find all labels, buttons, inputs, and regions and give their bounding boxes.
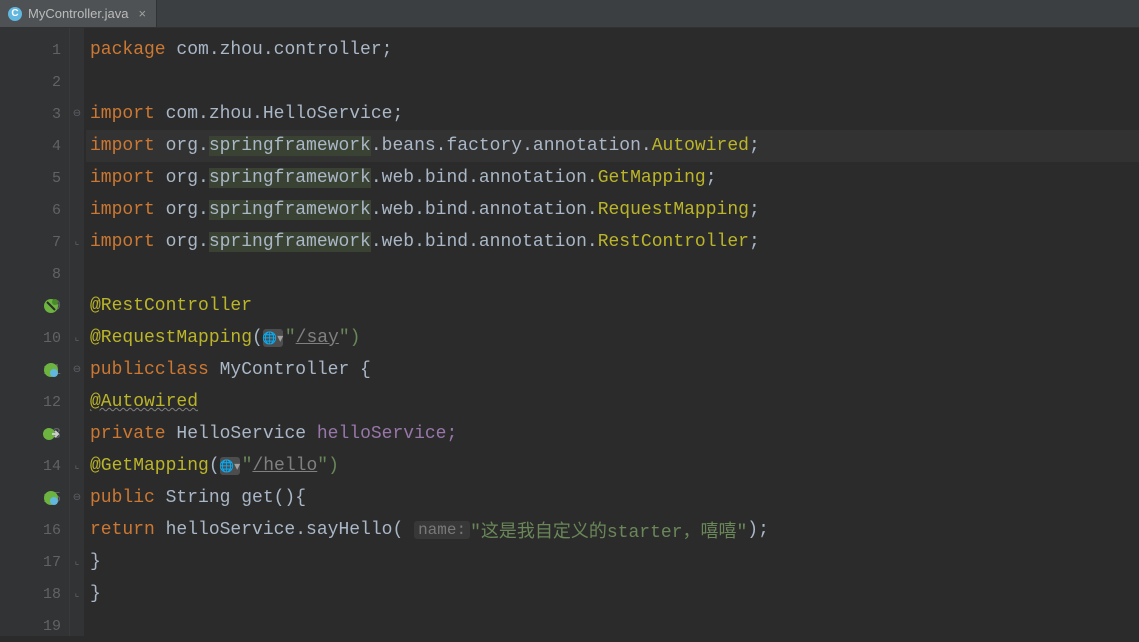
- code-line[interactable]: @RequestMapping(🌐▾"/say"): [86, 322, 1139, 354]
- editor: 1 2 3 4 5 6 7 8 9 10 11 12 13 14 15 16 1…: [0, 28, 1139, 636]
- code-line[interactable]: public String get(){: [86, 482, 1139, 514]
- line-number-gutter: 1 2 3 4 5 6 7 8 9 10 11 12 13 14 15 16 1…: [0, 28, 70, 636]
- code-line-current[interactable]: import org.springframework.beans.factory…: [86, 130, 1139, 162]
- fold-end-icon: ⌞: [70, 450, 84, 482]
- class-icon: C: [8, 7, 22, 21]
- line-number: 18: [0, 578, 69, 610]
- line-number: 16: [0, 514, 69, 546]
- tab-bar: C MyController.java ×: [0, 0, 1139, 28]
- line-number: 3: [0, 98, 69, 130]
- line-number: 1: [0, 34, 69, 66]
- line-number: 10: [0, 322, 69, 354]
- code-line[interactable]: public class MyController {: [86, 354, 1139, 386]
- fold-toggle-icon[interactable]: ⊖: [70, 482, 84, 514]
- line-number: 4: [0, 130, 69, 162]
- fold-end-icon: ⌞: [70, 322, 84, 354]
- code-line[interactable]: import org.springframework.web.bind.anno…: [86, 194, 1139, 226]
- code-line[interactable]: import org.springframework.web.bind.anno…: [86, 162, 1139, 194]
- fold-end-icon: ⌞: [70, 578, 84, 610]
- line-number: 19: [0, 610, 69, 642]
- fold-toggle-icon[interactable]: ⊖: [70, 354, 84, 386]
- code-line[interactable]: @RestController: [86, 290, 1139, 322]
- line-number: 15: [0, 482, 69, 514]
- fold-end-icon: ⌞: [70, 546, 84, 578]
- globe-icon[interactable]: 🌐▾: [263, 329, 283, 347]
- code-line[interactable]: private HelloService helloService;: [86, 418, 1139, 450]
- fold-end-icon: ⌞: [70, 226, 84, 258]
- spring-bean-icon: [42, 361, 60, 379]
- code-line[interactable]: import org.springframework.web.bind.anno…: [86, 226, 1139, 258]
- line-number: 12: [0, 386, 69, 418]
- code-line[interactable]: @Autowired: [86, 386, 1139, 418]
- tab-filename: MyController.java: [28, 6, 128, 21]
- code-area[interactable]: package com.zhou.controller; import com.…: [84, 28, 1139, 636]
- line-number: 11: [0, 354, 69, 386]
- line-number: 2: [0, 66, 69, 98]
- line-number: 9: [0, 290, 69, 322]
- code-line[interactable]: }: [86, 578, 1139, 610]
- code-line[interactable]: import com.zhou.HelloService;: [86, 98, 1139, 130]
- code-line[interactable]: @GetMapping(🌐▾"/hello"): [86, 450, 1139, 482]
- line-number: 17: [0, 546, 69, 578]
- line-number: 8: [0, 258, 69, 290]
- globe-icon[interactable]: 🌐▾: [220, 457, 240, 475]
- line-number: 7: [0, 226, 69, 258]
- code-line[interactable]: [86, 258, 1139, 290]
- code-line[interactable]: }: [86, 546, 1139, 578]
- parameter-hint: name:: [414, 521, 470, 539]
- code-line[interactable]: [86, 66, 1139, 98]
- line-number: 14: [0, 450, 69, 482]
- fold-gutter: ⊖ ⌞ ⌞ ⊖ ⌞ ⊖ ⌞ ⌞: [70, 28, 84, 636]
- code-line[interactable]: [86, 610, 1139, 642]
- line-number: 13: [0, 418, 69, 450]
- close-icon[interactable]: ×: [138, 6, 146, 21]
- navigate-icon[interactable]: [42, 425, 60, 443]
- line-number: 5: [0, 162, 69, 194]
- code-line[interactable]: return helloService.sayHello( name: "这是我…: [86, 514, 1139, 546]
- spring-component-icon: [42, 297, 60, 315]
- code-line[interactable]: package com.zhou.controller;: [86, 34, 1139, 66]
- spring-bean-icon: [42, 489, 60, 507]
- fold-toggle-icon[interactable]: ⊖: [70, 98, 84, 130]
- file-tab[interactable]: C MyController.java ×: [0, 0, 157, 27]
- line-number: 6: [0, 194, 69, 226]
